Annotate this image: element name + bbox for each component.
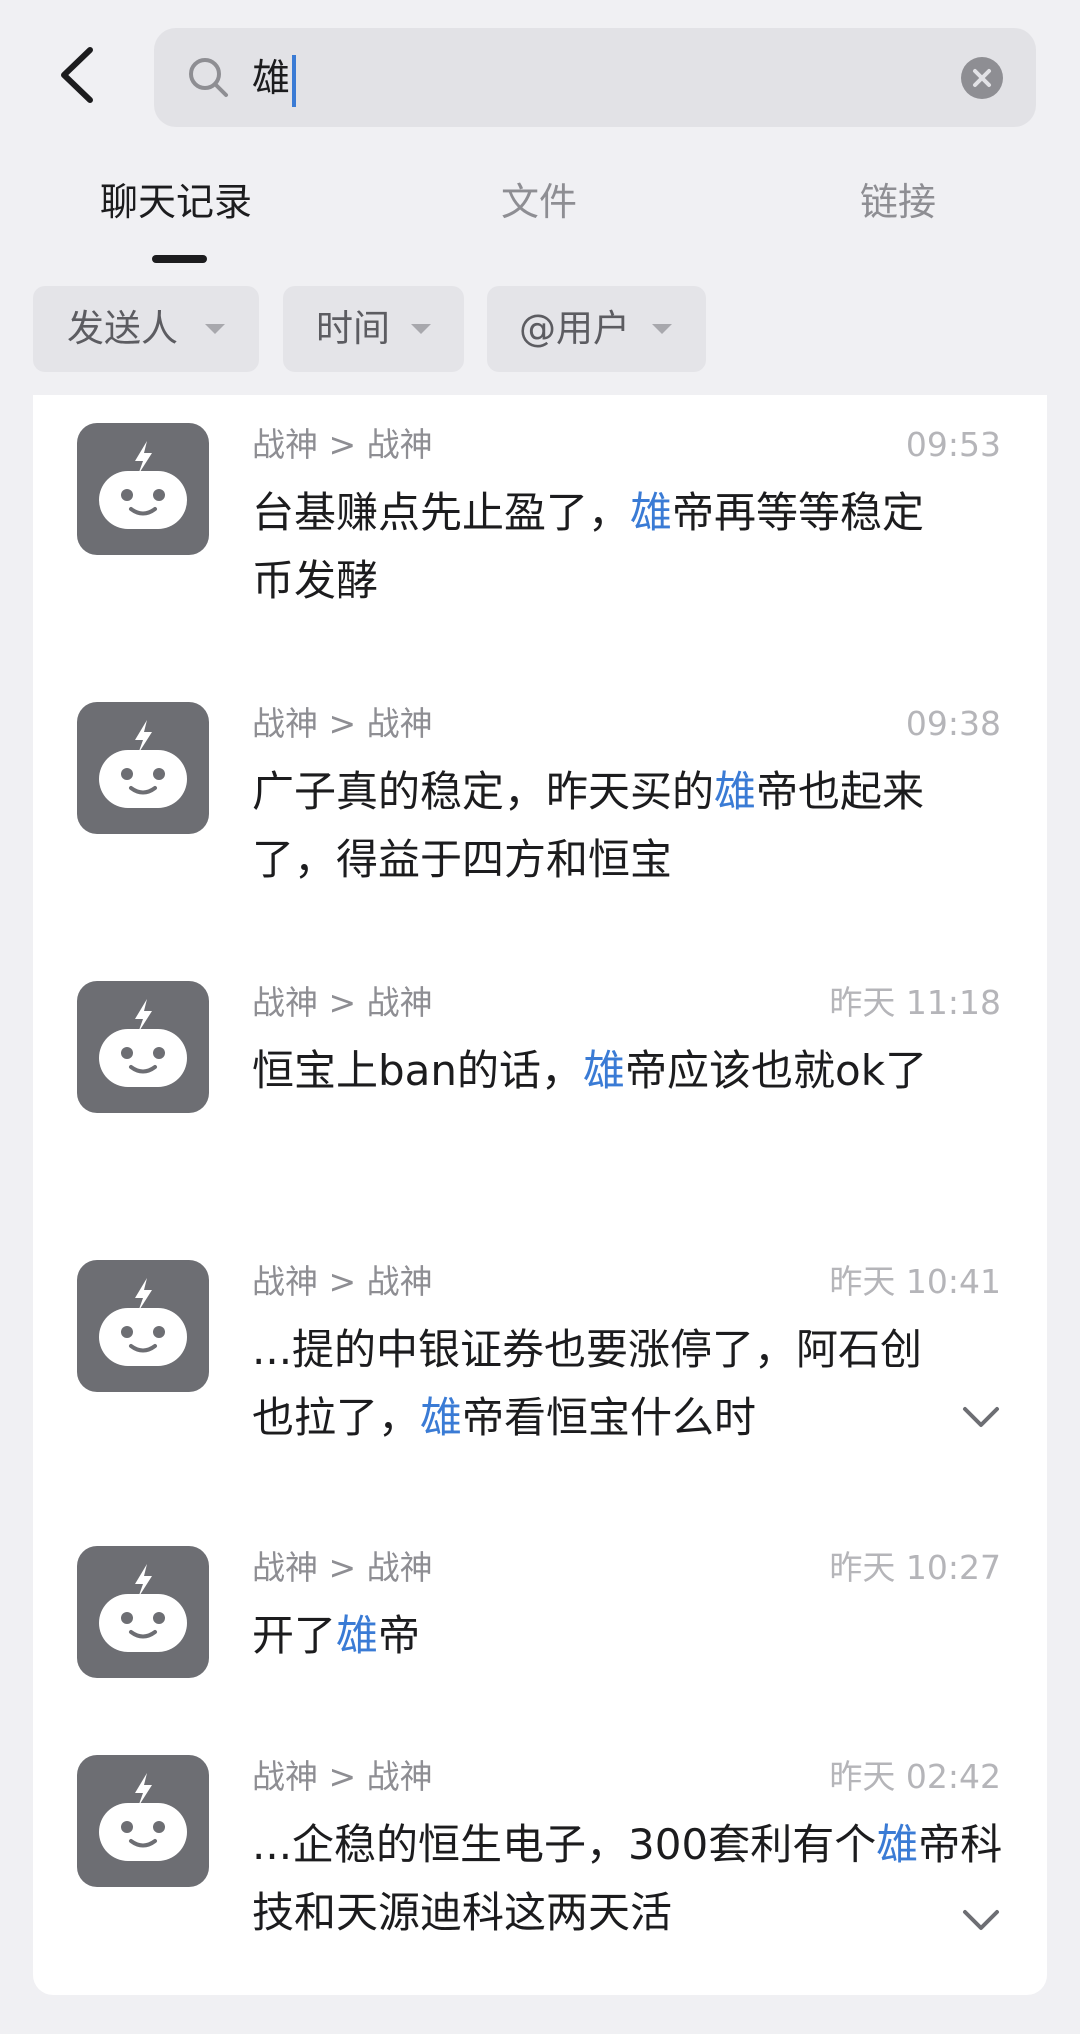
tab-chat-history[interactable]: 聊天记录 bbox=[100, 174, 252, 230]
robot-icon bbox=[99, 1773, 187, 1861]
message-time: 昨天 02:42 bbox=[829, 1757, 1001, 1796]
message-time: 09:38 bbox=[905, 704, 1001, 743]
filter-mention-label: @用户 bbox=[519, 307, 630, 350]
list-item[interactable]: 战神 > 战神 昨天 10:41 ...提的中银证券也要涨停了，阿石创也拉了，雄… bbox=[33, 1232, 1047, 1518]
list-item[interactable]: 战神 > 战神 昨天 02:42 ...企稳的恒生电子，300套利有个雄帝科技和… bbox=[33, 1727, 1047, 1995]
sender-name: 战神 > 战神 bbox=[252, 983, 433, 1022]
avatar bbox=[77, 981, 209, 1113]
list-item[interactable]: 战神 > 战神 昨天 10:27 开了雄帝 bbox=[33, 1518, 1047, 1727]
message-time: 昨天 10:27 bbox=[829, 1548, 1001, 1587]
message-text: 恒宝上ban的话，雄帝应该也就ok了 bbox=[252, 1046, 928, 1095]
sender-name: 战神 > 战神 bbox=[252, 1757, 433, 1796]
avatar bbox=[77, 1755, 209, 1887]
clear-button[interactable] bbox=[960, 56, 1004, 100]
message-text: 开了雄帝 bbox=[252, 1611, 421, 1660]
caret-down-icon bbox=[205, 324, 225, 334]
tab-bar: 聊天记录 文件 链接 bbox=[0, 150, 1080, 270]
back-button[interactable] bbox=[48, 40, 108, 110]
filter-time-label: 时间 bbox=[316, 307, 390, 350]
sender-name: 战神 > 战神 bbox=[252, 425, 433, 464]
message-text: 台基赚点先止盈了，雄帝再等等稳定币发酵 bbox=[252, 488, 925, 605]
message-text: ...提的中银证券也要涨停了，阿石创也拉了，雄帝看恒宝什么时 bbox=[252, 1325, 923, 1442]
chevron-down-icon[interactable] bbox=[961, 1404, 1001, 1430]
sender-name: 战神 > 战神 bbox=[252, 1262, 433, 1301]
robot-icon bbox=[99, 720, 187, 808]
search-input[interactable]: 雄 bbox=[154, 28, 1036, 127]
search-highlight: 雄 bbox=[714, 767, 757, 816]
list-item[interactable]: 战神 > 战神 09:53 台基赚点先止盈了，雄帝再等等稳定币发酵 bbox=[33, 395, 1047, 675]
active-tab-indicator bbox=[152, 255, 207, 263]
search-highlight: 雄 bbox=[420, 1393, 463, 1442]
filter-sender-label: 发送人 bbox=[67, 307, 178, 350]
text-cursor bbox=[292, 54, 297, 107]
avatar bbox=[77, 702, 209, 834]
clear-icon bbox=[961, 57, 1003, 99]
caret-down-icon bbox=[411, 324, 431, 334]
avatar bbox=[77, 423, 209, 555]
filter-sender[interactable]: 发送人 bbox=[33, 286, 259, 372]
chevron-down-icon[interactable] bbox=[961, 1907, 1001, 1933]
top-bar: 雄 bbox=[0, 0, 1080, 150]
filter-time[interactable]: 时间 bbox=[283, 286, 464, 372]
chevron-left-icon bbox=[61, 47, 93, 103]
sender-name: 战神 > 战神 bbox=[252, 704, 433, 743]
avatar bbox=[77, 1546, 209, 1678]
robot-icon bbox=[99, 999, 187, 1087]
tab-links[interactable]: 链接 bbox=[860, 174, 936, 230]
message-time: 昨天 11:18 bbox=[829, 983, 1001, 1022]
search-query[interactable]: 雄 bbox=[252, 50, 297, 107]
filter-mention[interactable]: @用户 bbox=[487, 286, 706, 372]
tab-files[interactable]: 文件 bbox=[501, 174, 577, 230]
list-item[interactable]: 战神 > 战神 昨天 11:18 恒宝上ban的话，雄帝应该也就ok了 bbox=[33, 953, 1047, 1233]
robot-icon bbox=[99, 1278, 187, 1366]
robot-icon bbox=[99, 441, 187, 529]
search-highlight: 雄 bbox=[876, 1820, 919, 1869]
message-time: 09:53 bbox=[905, 425, 1001, 464]
message-text: ...企稳的恒生电子，300套利有个雄帝科技和天源迪科这两天活 bbox=[252, 1820, 1003, 1937]
search-highlight: 雄 bbox=[583, 1046, 626, 1095]
search-highlight: 雄 bbox=[336, 1611, 379, 1660]
robot-icon bbox=[99, 1564, 187, 1652]
message-time: 昨天 10:41 bbox=[829, 1262, 1001, 1301]
caret-down-icon bbox=[652, 324, 672, 334]
list-item[interactable]: 战神 > 战神 09:38 广子真的稳定，昨天买的雄帝也起来了，得益于四方和恒宝 bbox=[33, 674, 1047, 954]
search-icon bbox=[189, 58, 228, 97]
search-highlight: 雄 bbox=[630, 488, 673, 537]
avatar bbox=[77, 1260, 209, 1392]
search-results-list: 战神 > 战神 09:53 台基赚点先止盈了，雄帝再等等稳定币发酵 战神 > 战… bbox=[33, 395, 1047, 1995]
message-text: 广子真的稳定，昨天买的雄帝也起来了，得益于四方和恒宝 bbox=[252, 767, 925, 884]
sender-name: 战神 > 战神 bbox=[252, 1548, 433, 1587]
